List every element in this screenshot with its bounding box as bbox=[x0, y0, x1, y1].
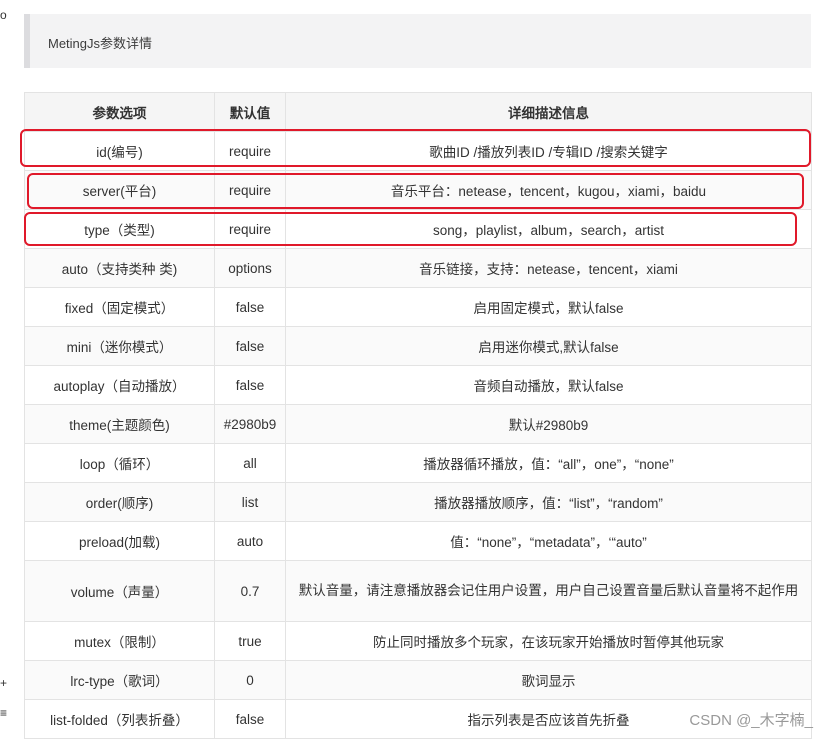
description-cell: 音频自动播放，默认false bbox=[285, 365, 812, 405]
side-mark-top: o bbox=[0, 8, 7, 22]
table-row: auto（支持类种 类) options 音乐链接，支持：netease，tence… bbox=[24, 248, 812, 288]
default-cell: options bbox=[214, 248, 286, 288]
param-cell: loop（循环） bbox=[24, 443, 215, 483]
side-mark-plus: + bbox=[0, 676, 8, 690]
header-default: 默认值 bbox=[214, 92, 286, 132]
table-row: autoplay（自动播放） false 音频自动播放，默认false bbox=[24, 365, 812, 405]
description-cell: 启用固定模式，默认false bbox=[285, 287, 812, 327]
header-description: 详细描述信息 bbox=[285, 92, 812, 132]
default-cell: true bbox=[214, 621, 286, 661]
description-cell: 音乐平台：netease，tencent，kugou，xiami，baidu bbox=[285, 170, 812, 210]
description-cell: 歌词显示 bbox=[285, 660, 812, 700]
description-cell: song，playlist，album，search，artist bbox=[285, 209, 812, 249]
param-cell: list-folded（列表折叠） bbox=[24, 699, 215, 739]
table-row: mini（迷你模式） false 启用迷你模式,默认false bbox=[24, 326, 812, 366]
header-param: 参数选项 bbox=[24, 92, 215, 132]
param-cell: mini（迷你模式） bbox=[24, 326, 215, 366]
default-cell: require bbox=[214, 131, 286, 171]
table-row: lrc-type（歌词） 0 歌词显示 bbox=[24, 660, 812, 700]
description-cell: 防止同时播放多个玩家，在该玩家开始播放时暂停其他玩家 bbox=[285, 621, 812, 661]
default-cell: 0.7 bbox=[214, 560, 286, 622]
default-cell: false bbox=[214, 287, 286, 327]
default-cell: false bbox=[214, 326, 286, 366]
default-cell: false bbox=[214, 699, 286, 739]
table-row: preload(加载) auto 值：“none”，“metadata”，‘“aut… bbox=[24, 521, 812, 561]
param-cell: order(顺序) bbox=[24, 482, 215, 522]
description-cell: 值：“none”，“metadata”，‘“auto” bbox=[285, 521, 812, 561]
default-cell: list bbox=[214, 482, 286, 522]
description-cell: 默认音量，请注意播放器会记住用户设置，用户自己设置音量后默认音量将不起作用 bbox=[285, 560, 812, 622]
callout-title: MetingJs参数详情 bbox=[48, 36, 153, 51]
table-row: mutex（限制） true 防止同时播放多个玩家，在该玩家开始播放时暂停其他玩家 bbox=[24, 621, 812, 661]
default-cell: false bbox=[214, 365, 286, 405]
param-cell: id(编号) bbox=[24, 131, 215, 171]
description-cell: 歌曲ID /播放列表ID /专辑ID /搜索关键字 bbox=[285, 131, 812, 171]
description-cell: 默认#2980b9 bbox=[285, 404, 812, 444]
param-cell: server(平台) bbox=[24, 170, 215, 210]
default-cell: require bbox=[214, 170, 286, 210]
table-row: fixed（固定模式） false 启用固定模式，默认false bbox=[24, 287, 812, 327]
table-row: volume（声量） 0.7 默认音量，请注意播放器会记住用户设置，用户自己设置音量… bbox=[24, 560, 812, 622]
description-cell: 音乐链接，支持：netease，tencent，xiami bbox=[285, 248, 812, 288]
param-cell: theme(主题颜色) bbox=[24, 404, 215, 444]
table-header-row: 参数选项 默认值 详细描述信息 bbox=[24, 92, 812, 132]
table-row: server(平台) require 音乐平台：netease，tencent，ku… bbox=[24, 170, 812, 210]
table-row: order(顺序) list 播放器播放顺序，值：“list”，“random” bbox=[24, 482, 812, 522]
csdn-watermark: CSDN @_木字楠_ bbox=[689, 712, 813, 729]
default-cell: auto bbox=[214, 521, 286, 561]
params-table: 参数选项 默认值 详细描述信息 id(编号) require 歌曲ID /播放列表I… bbox=[24, 92, 812, 739]
param-cell: mutex（限制） bbox=[24, 621, 215, 661]
param-cell: lrc-type（歌词） bbox=[24, 660, 215, 700]
table-row: type（类型) require song，playlist，album，searc… bbox=[24, 209, 812, 249]
table-row: theme(主题颜色) #2980b9 默认#2980b9 bbox=[24, 404, 812, 444]
table-row: loop（循环） all 播放器循环播放，值：“all”，one”，“none” bbox=[24, 443, 812, 483]
description-cell: 播放器循环播放，值：“all”，one”，“none” bbox=[285, 443, 812, 483]
description-cell: 播放器播放顺序，值：“list”，“random” bbox=[285, 482, 812, 522]
param-cell: volume（声量） bbox=[24, 560, 215, 622]
default-cell: #2980b9 bbox=[214, 404, 286, 444]
side-mark-menu: ≡ bbox=[0, 706, 8, 720]
table-row: id(编号) require 歌曲ID /播放列表ID /专辑ID /搜索关键字 bbox=[24, 131, 812, 171]
default-cell: require bbox=[214, 209, 286, 249]
param-cell: auto（支持类种 类) bbox=[24, 248, 215, 288]
param-cell: type（类型) bbox=[24, 209, 215, 249]
metingjs-callout: MetingJs参数详情 bbox=[24, 14, 811, 68]
param-cell: autoplay（自动播放） bbox=[24, 365, 215, 405]
param-cell: preload(加载) bbox=[24, 521, 215, 561]
default-cell: all bbox=[214, 443, 286, 483]
default-cell: 0 bbox=[214, 660, 286, 700]
description-cell: 启用迷你模式,默认false bbox=[285, 326, 812, 366]
param-cell: fixed（固定模式） bbox=[24, 287, 215, 327]
